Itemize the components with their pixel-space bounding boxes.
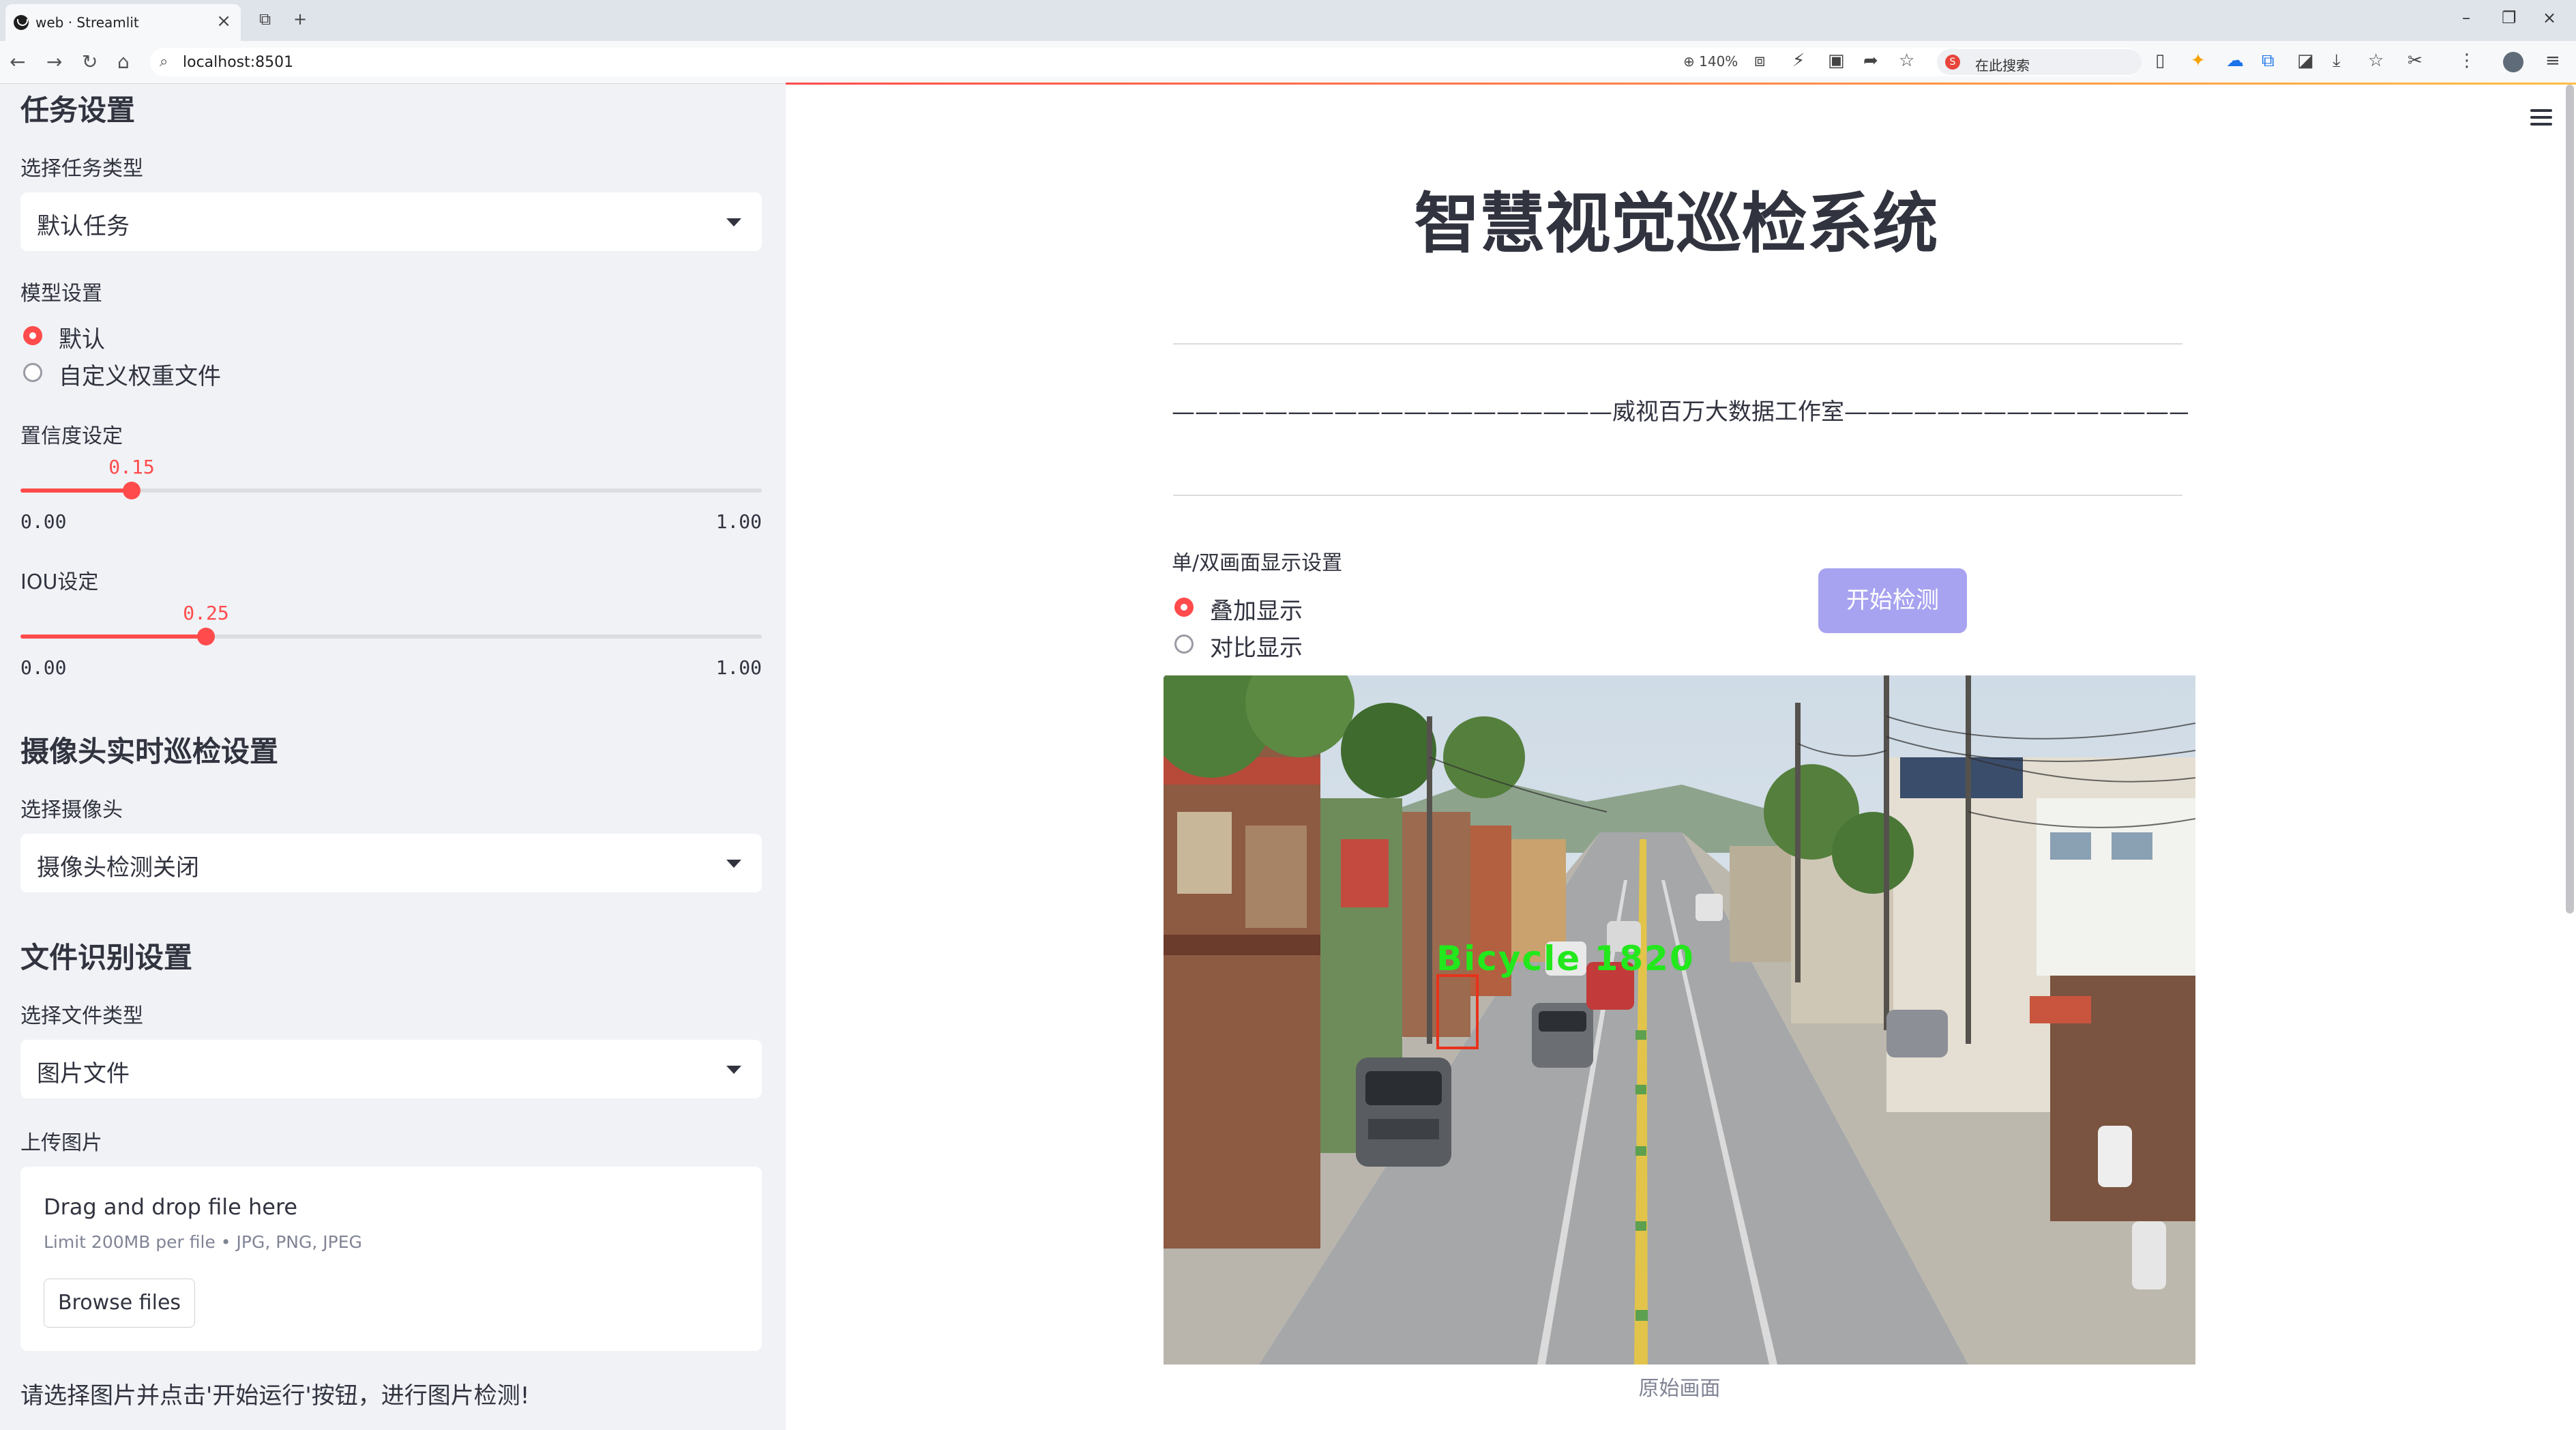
browse-files-button[interactable]: Browse files [44, 1279, 195, 1328]
display-mode-label: 单/双画面显示设置 [1172, 551, 1343, 575]
share-icon[interactable]: ➦ [1863, 50, 1878, 71]
profile-avatar[interactable] [2503, 52, 2523, 72]
divider [1173, 495, 2182, 496]
favorite-star-icon[interactable]: ☆ [1899, 50, 1914, 71]
download-icon[interactable]: ⤓ [2333, 50, 2341, 72]
hamburger-menu-icon[interactable] [2530, 109, 2552, 130]
new-tab-icon[interactable]: + [293, 10, 307, 29]
upload-limit-text: Limit 200MB per file • JPG, PNG, JPEG [44, 1232, 362, 1252]
task-type-value: 默认任务 [37, 213, 130, 240]
slider-fill [20, 634, 206, 639]
slider-min-label: 0.00 [20, 656, 67, 679]
camera-select[interactable]: 摄像头检测关闭 [20, 834, 762, 892]
iou-slider[interactable]: 0.25 0.00 1.00 [20, 602, 762, 679]
slider-thumb[interactable] [197, 628, 215, 645]
task-settings-heading: 任务设置 [20, 93, 136, 127]
browser-menu-icon[interactable]: ≡ [2545, 50, 2560, 71]
cut-icon[interactable]: ✂ [2408, 50, 2423, 71]
upload-label: 上传图片 [20, 1131, 102, 1155]
slider-max-label: 1.00 [715, 510, 762, 533]
chevron-down-icon [726, 1066, 741, 1074]
camera-label: 选择摄像头 [20, 798, 123, 822]
forward-icon[interactable]: → [46, 50, 62, 73]
window-close-icon[interactable]: × [2543, 8, 2556, 27]
bookmarks-icon[interactable]: ☆ [2368, 50, 2384, 71]
slider-current-value: 0.25 [183, 602, 229, 624]
reload-icon[interactable]: ↻ [82, 50, 98, 73]
slider-current-value: 0.15 [108, 456, 155, 478]
divider [1173, 343, 2182, 345]
model-option-label: 自定义权重文件 [59, 363, 221, 390]
home-icon[interactable]: ⌂ [117, 50, 130, 73]
task-type-label: 选择任务类型 [20, 157, 143, 181]
camera-value: 摄像头检测关闭 [37, 854, 199, 881]
detection-result-image: Bicycle 1820 [1164, 675, 2195, 1365]
extension-icon[interactable]: ◪ [2297, 50, 2314, 71]
radio-selected-icon [1174, 598, 1194, 617]
file-uploader[interactable]: Drag and drop file here Limit 200MB per … [20, 1167, 762, 1351]
start-detection-button[interactable]: 开始检测 [1818, 568, 1967, 633]
back-icon[interactable]: ← [10, 50, 25, 73]
iou-label: IOU设定 [20, 570, 99, 594]
tab-close-icon[interactable]: × [216, 11, 231, 31]
confidence-slider[interactable]: 0.15 0.00 1.00 [20, 456, 762, 533]
model-option-label: 默认 [59, 326, 105, 353]
slider-max-label: 1.00 [715, 656, 762, 679]
search-placeholder: 在此搜索 [1975, 57, 2030, 74]
screenshot-icon[interactable]: ▣ [1828, 50, 1845, 71]
url-text: localhost:8501 [183, 54, 294, 71]
chevron-down-icon [726, 860, 741, 868]
file-type-select[interactable]: 图片文件 [20, 1040, 762, 1098]
more-menu-icon[interactable]: ⋮ [2458, 50, 2476, 71]
address-bar: ← → ↻ ⌂ ⌕ localhost:8501 [0, 41, 2576, 84]
extension-icon[interactable]: ⧉ [2262, 50, 2275, 72]
studio-banner: ———————————————————威视百万大数据工作室———————————… [1172, 398, 2188, 426]
browser-tab[interactable]: web · Streamlit × [5, 4, 241, 41]
extension-icon[interactable]: ☁ [2226, 50, 2244, 71]
minimize-icon[interactable]: – [2462, 8, 2470, 27]
search-icon: ⌕ [160, 53, 168, 70]
instruction-text: 请选择图片并点击'开始运行'按钮，进行图片检测! [20, 1382, 530, 1410]
lightning-icon[interactable]: ⚡ [1792, 50, 1805, 71]
task-type-select[interactable]: 默认任务 [20, 192, 762, 251]
tab-title: web · Streamlit [35, 14, 139, 31]
extension-icon[interactable]: ✦ [2191, 50, 2206, 71]
chevron-down-icon [726, 218, 741, 227]
slider-min-label: 0.00 [20, 510, 67, 533]
slider-fill [20, 488, 132, 493]
mobile-icon[interactable]: ▯ [2155, 50, 2165, 71]
display-option-label: 对比显示 [1210, 634, 1303, 662]
tab-actions-icon[interactable]: ⧉ [259, 10, 271, 29]
streamlit-favicon-icon [14, 15, 29, 30]
file-type-value: 图片文件 [37, 1060, 130, 1088]
slider-thumb[interactable] [123, 482, 140, 499]
display-option-label: 叠加显示 [1210, 598, 1303, 625]
drag-drop-text: Drag and drop file here [44, 1194, 298, 1220]
search-engine-icon: S [1945, 55, 1960, 70]
radio-unselected-icon [1174, 634, 1194, 654]
zoom-indicator[interactable]: ⊕ 140% [1683, 53, 1738, 70]
camera-settings-heading: 摄像头实时巡检设置 [20, 735, 279, 768]
file-settings-heading: 文件识别设置 [20, 941, 193, 974]
detection-bounding-box [1436, 974, 1479, 1049]
browser-search-box[interactable]: S 在此搜索 [1937, 49, 2142, 75]
page-scrollbar[interactable] [2566, 85, 2574, 914]
detection-label: Bicycle 1820 [1436, 939, 1695, 978]
zoom-level: 140% [1699, 53, 1738, 70]
page-title: 智慧视觉巡检系统 [1414, 186, 1938, 262]
street-scene-image [1164, 675, 2195, 1365]
decoration-line [786, 83, 2576, 85]
browser-tab-bar: web · Streamlit × ⧉ + – ❐ × [0, 0, 2576, 41]
file-type-label: 选择文件类型 [20, 1004, 143, 1028]
restore-icon[interactable]: ❐ [2502, 8, 2517, 27]
radio-selected-icon [23, 326, 42, 345]
image-caption: 原始画面 [1638, 1377, 1721, 1401]
radio-unselected-icon [23, 363, 42, 382]
translate-icon[interactable]: ⧈ [1754, 50, 1766, 72]
model-settings-label: 模型设置 [20, 282, 102, 306]
confidence-label: 置信度设定 [20, 424, 123, 448]
